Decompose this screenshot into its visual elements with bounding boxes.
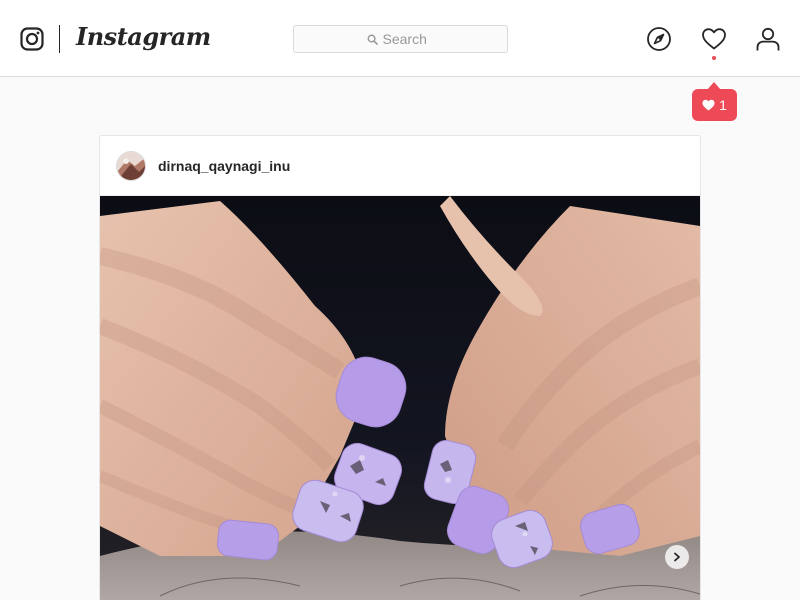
instagram-camera-icon[interactable] xyxy=(20,27,44,51)
logo-divider xyxy=(59,25,60,53)
search-box-inner xyxy=(294,26,507,52)
post-header: dirnaq_qaynagi_inu xyxy=(100,136,700,196)
post-image[interactable] xyxy=(100,196,700,600)
top-navigation-bar: Instagram xyxy=(0,0,800,77)
avatar-photo xyxy=(117,152,145,180)
heart-icon[interactable] xyxy=(701,26,727,52)
avatar[interactable] xyxy=(116,151,146,181)
heart-icon xyxy=(702,99,715,111)
search-input[interactable] xyxy=(382,31,435,47)
chevron-right-icon xyxy=(674,552,680,562)
compass-icon[interactable] xyxy=(646,26,672,52)
notification-dot xyxy=(712,56,716,60)
photo-media xyxy=(100,196,700,600)
search-box[interactable] xyxy=(293,25,508,53)
activity-popup[interactable]: 1 xyxy=(692,82,737,121)
post-username[interactable]: dirnaq_qaynagi_inu xyxy=(158,158,290,174)
instagram-wordmark[interactable]: Instagram xyxy=(76,22,211,51)
search-icon xyxy=(367,34,378,45)
feed-post: dirnaq_qaynagi_inu xyxy=(99,135,701,600)
likes-count: 1 xyxy=(719,97,727,113)
carousel-next-button[interactable] xyxy=(665,545,689,569)
person-icon[interactable] xyxy=(755,26,781,52)
